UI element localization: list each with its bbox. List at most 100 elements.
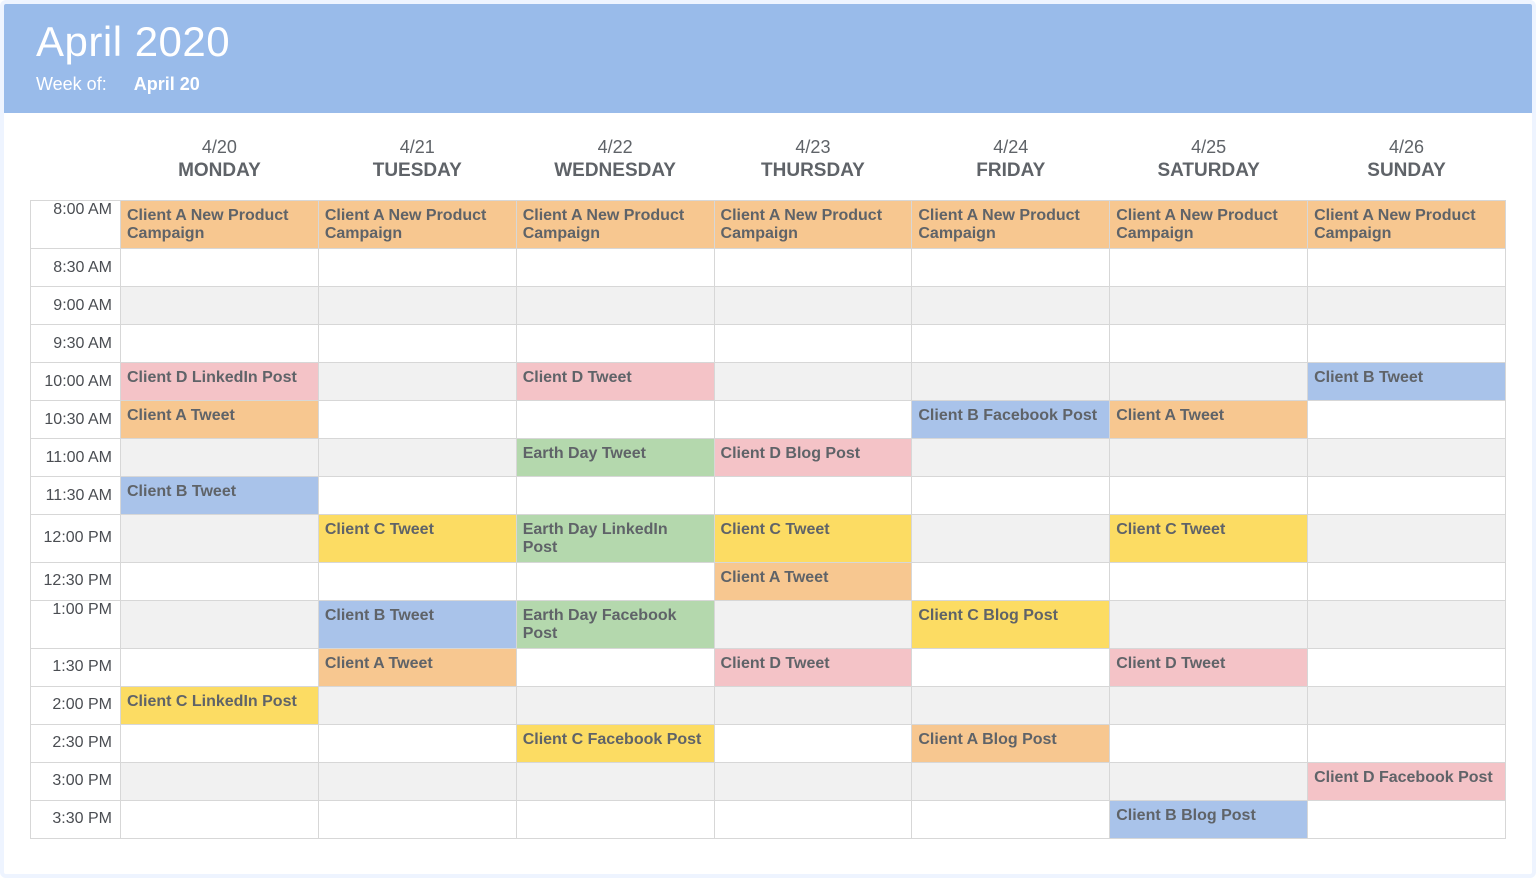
cell[interactable]: Client D Tweet [1110, 648, 1308, 686]
cell[interactable] [1110, 762, 1308, 800]
event-campaign[interactable]: Client A New Product Campaign [121, 201, 318, 248]
cell[interactable] [1110, 686, 1308, 724]
cell[interactable] [121, 325, 319, 363]
event[interactable]: Client B Tweet [121, 477, 318, 514]
cell[interactable]: Client D Tweet [516, 363, 714, 401]
cell[interactable] [1308, 401, 1506, 439]
event[interactable]: Earth Day Tweet [517, 439, 714, 476]
cell[interactable] [318, 477, 516, 515]
cell[interactable]: Client A New Product Campaign [912, 201, 1110, 249]
event[interactable]: Earth Day Facebook Post [517, 601, 714, 648]
event-campaign[interactable]: Client A New Product Campaign [1308, 201, 1505, 248]
event[interactable]: Client C Facebook Post [517, 725, 714, 762]
cell[interactable] [516, 800, 714, 838]
cell[interactable] [912, 562, 1110, 600]
cell[interactable] [714, 600, 912, 648]
cell[interactable] [1308, 724, 1506, 762]
cell[interactable] [516, 648, 714, 686]
cell[interactable]: Client B Blog Post [1110, 800, 1308, 838]
cell[interactable] [1308, 515, 1506, 563]
event[interactable]: Client B Blog Post [1110, 801, 1307, 838]
event-campaign[interactable]: Client A New Product Campaign [517, 201, 714, 248]
cell[interactable] [714, 724, 912, 762]
cell[interactable] [1308, 686, 1506, 724]
event[interactable]: Client D Tweet [1110, 649, 1307, 686]
event-campaign[interactable]: Client A New Product Campaign [1110, 201, 1307, 248]
cell[interactable] [1308, 325, 1506, 363]
cell[interactable] [1110, 477, 1308, 515]
cell[interactable] [1110, 249, 1308, 287]
cell[interactable] [516, 249, 714, 287]
cell[interactable] [516, 477, 714, 515]
cell[interactable] [912, 363, 1110, 401]
event[interactable]: Client C Blog Post [912, 601, 1109, 648]
cell[interactable] [121, 287, 319, 325]
cell[interactable]: Client C Tweet [714, 515, 912, 563]
cell[interactable] [912, 515, 1110, 563]
cell[interactable]: Client A New Product Campaign [516, 201, 714, 249]
cell[interactable]: Client B Tweet [121, 477, 319, 515]
event[interactable]: Client A Tweet [121, 401, 318, 438]
cell[interactable] [1308, 800, 1506, 838]
cell[interactable] [121, 515, 319, 563]
event[interactable]: Earth Day LinkedIn Post [517, 515, 714, 562]
event[interactable]: Client C Tweet [319, 515, 516, 562]
cell[interactable] [912, 477, 1110, 515]
event[interactable]: Client C Tweet [1110, 515, 1307, 562]
cell[interactable] [1110, 287, 1308, 325]
cell[interactable] [714, 477, 912, 515]
event[interactable]: Client A Tweet [1110, 401, 1307, 438]
cell[interactable] [516, 325, 714, 363]
cell[interactable] [516, 562, 714, 600]
cell[interactable]: Client A Tweet [121, 401, 319, 439]
cell[interactable] [714, 287, 912, 325]
cell[interactable]: Client B Tweet [318, 600, 516, 648]
cell[interactable] [1308, 562, 1506, 600]
cell[interactable] [516, 762, 714, 800]
cell[interactable] [1308, 287, 1506, 325]
event[interactable]: Client A Blog Post [912, 725, 1109, 762]
cell[interactable] [516, 287, 714, 325]
cell[interactable]: Earth Day Facebook Post [516, 600, 714, 648]
cell[interactable] [318, 363, 516, 401]
event[interactable]: Client D Tweet [715, 649, 912, 686]
cell[interactable]: Client D Facebook Post [1308, 762, 1506, 800]
cell[interactable]: Client A New Product Campaign [1110, 201, 1308, 249]
event[interactable]: Client A Tweet [715, 563, 912, 600]
cell[interactable] [714, 363, 912, 401]
cell[interactable]: Client B Facebook Post [912, 401, 1110, 439]
event[interactable]: Client C Tweet [715, 515, 912, 562]
event[interactable]: Client D Facebook Post [1308, 763, 1505, 800]
cell[interactable] [1308, 600, 1506, 648]
cell[interactable] [912, 800, 1110, 838]
cell[interactable] [1110, 724, 1308, 762]
event[interactable]: Client B Facebook Post [912, 401, 1109, 438]
cell[interactable] [1110, 562, 1308, 600]
cell[interactable] [318, 686, 516, 724]
cell[interactable] [121, 724, 319, 762]
event[interactable]: Client A Tweet [319, 649, 516, 686]
cell[interactable]: Client D LinkedIn Post [121, 363, 319, 401]
event[interactable]: Client B Tweet [319, 601, 516, 648]
cell[interactable] [1308, 648, 1506, 686]
cell[interactable]: Client C Tweet [318, 515, 516, 563]
cell[interactable]: Client C Tweet [1110, 515, 1308, 563]
cell[interactable] [1110, 600, 1308, 648]
cell[interactable] [318, 724, 516, 762]
cell[interactable] [1308, 249, 1506, 287]
cell[interactable] [714, 249, 912, 287]
event[interactable]: Client C LinkedIn Post [121, 687, 318, 724]
event[interactable]: Client D Blog Post [715, 439, 912, 476]
cell[interactable] [121, 439, 319, 477]
cell[interactable]: Client A Blog Post [912, 724, 1110, 762]
cell[interactable] [318, 287, 516, 325]
cell[interactable] [121, 800, 319, 838]
cell[interactable] [1110, 439, 1308, 477]
cell[interactable] [912, 648, 1110, 686]
cell[interactable]: Client A New Product Campaign [1308, 201, 1506, 249]
cell[interactable]: Client A Tweet [318, 648, 516, 686]
cell[interactable] [121, 562, 319, 600]
cell[interactable] [1308, 477, 1506, 515]
cell[interactable] [714, 325, 912, 363]
event[interactable]: Client D Tweet [517, 363, 714, 400]
